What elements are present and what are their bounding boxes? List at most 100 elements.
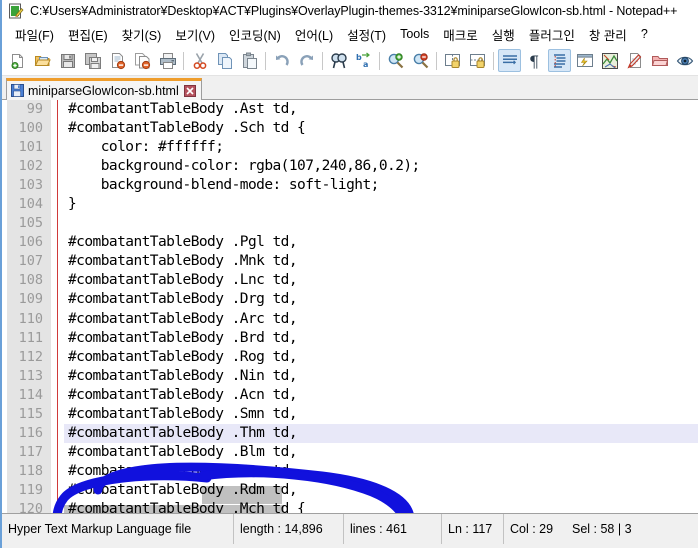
code-line-selected[interactable]: #combatantTableBody .Sam td,	[64, 462, 698, 481]
code-line[interactable]: #combatantTableBody .Ast td,	[64, 100, 698, 119]
menu-search[interactable]: 찾기(S)	[115, 25, 169, 44]
replace-icon[interactable]: b a	[352, 49, 375, 72]
line-number: 113	[18, 367, 43, 384]
line-number: 107	[18, 253, 43, 270]
zoom-in-icon[interactable]	[384, 49, 407, 72]
menu-settings[interactable]: 설정(T)	[340, 25, 393, 44]
window-title: C:¥Users¥Administrator¥Desktop¥ACT¥Plugi…	[30, 4, 678, 18]
editor-area[interactable]: 99 100 101 102 103 104 105 106 107 108 1…	[2, 100, 698, 514]
new-file-icon[interactable]	[6, 49, 29, 72]
menu-view[interactable]: 보기(V)	[168, 25, 222, 44]
fold-margin[interactable]	[51, 100, 64, 513]
status-length: length : 14,896	[234, 514, 344, 544]
document-monitor-icon[interactable]	[673, 49, 696, 72]
code-line-selected[interactable]: #combatantTableBody .Blm td,	[64, 443, 698, 462]
user-defined-language-icon[interactable]	[573, 49, 596, 72]
title-bar: C:¥Users¥Administrator¥Desktop¥ACT¥Plugi…	[2, 0, 698, 22]
menu-plugins[interactable]: 플러그인	[522, 25, 582, 44]
line-number: 105	[18, 215, 43, 232]
code-line[interactable]: #combatantTableBody .Brd td,	[64, 329, 698, 348]
show-all-characters-icon[interactable]: ¶	[523, 49, 546, 72]
code-line[interactable]: #combatantTableBody .Rdm td,	[64, 481, 698, 500]
status-file-type: Hyper Text Markup Language file	[2, 514, 234, 544]
code-line[interactable]: color: #ffffff;	[64, 138, 698, 157]
line-number: 120	[18, 500, 43, 514]
cut-icon[interactable]	[188, 49, 211, 72]
code-line[interactable]: #combatantTableBody .Smn td,	[64, 405, 698, 424]
toolbar-separator	[322, 51, 323, 70]
menu-tools[interactable]: Tools	[393, 27, 436, 41]
close-all-icon[interactable]	[131, 49, 154, 72]
line-number: 103	[18, 177, 43, 194]
menu-run[interactable]: 실행	[485, 25, 522, 44]
line-number: 116	[18, 424, 43, 441]
function-list-icon[interactable]	[623, 49, 646, 72]
status-sel: Sel : 58 | 3	[572, 522, 632, 536]
sync-horizontal-scroll-icon[interactable]	[466, 49, 489, 72]
code-line[interactable]: #combatantTableBody .Pgl td,	[64, 233, 698, 252]
sync-vertical-scroll-icon[interactable]	[441, 49, 464, 72]
menu-language[interactable]: 언어(L)	[288, 25, 340, 44]
code-line-current[interactable]: #combatantTableBody .Thm td,	[64, 423, 698, 443]
code-text-area[interactable]: #combatantTableBody .Ast td, #combatantT…	[64, 100, 698, 513]
menu-window[interactable]: 창 관리	[582, 25, 634, 44]
line-number: 104	[18, 196, 43, 213]
toolbar-separator	[493, 51, 494, 70]
code-line[interactable]: }	[64, 195, 698, 214]
line-number: 101	[18, 139, 43, 156]
document-tab-label: miniparseGlowIcon-sb.html	[28, 83, 179, 98]
code-line[interactable]: #combatantTableBody .Drg td,	[64, 290, 698, 309]
document-map-icon[interactable]	[598, 49, 621, 72]
menu-encoding[interactable]: 인코딩(N)	[222, 25, 288, 44]
line-number: 115	[18, 405, 43, 422]
code-line[interactable]: #combatantTableBody .Arc td,	[64, 310, 698, 329]
code-line[interactable]: background-blend-mode: soft-light;	[64, 176, 698, 195]
floppy-disk-icon	[11, 84, 24, 97]
svg-text:¶: ¶	[529, 52, 539, 70]
word-wrap-icon[interactable]	[498, 49, 521, 72]
code-line[interactable]: #combatantTableBody .Sch td {	[64, 119, 698, 138]
menu-macro[interactable]: 매크로	[436, 25, 485, 44]
undo-icon[interactable]	[270, 49, 293, 72]
code-line[interactable]: background-color: rgba(107,240,86,0.2);	[64, 157, 698, 176]
document-tab[interactable]: miniparseGlowIcon-sb.html	[6, 78, 202, 100]
toolbar-separator	[265, 51, 266, 70]
redo-icon[interactable]	[295, 49, 318, 72]
toolbar: b a ¶	[2, 46, 698, 76]
zoom-out-icon[interactable]	[409, 49, 432, 72]
toolbar-separator	[183, 51, 184, 70]
save-icon[interactable]	[56, 49, 79, 72]
svg-text:b: b	[356, 53, 362, 62]
menu-help[interactable]: ?	[634, 27, 655, 41]
bookmark-margin-line	[57, 100, 58, 513]
notepad-plus-plus-window: C:¥Users¥Administrator¥Desktop¥ACT¥Plugi…	[0, 0, 698, 548]
line-number: 100	[18, 120, 43, 137]
close-tab-icon[interactable]	[183, 84, 196, 97]
code-line[interactable]: #combatantTableBody .Lnc td,	[64, 271, 698, 290]
menu-edit[interactable]: 편집(E)	[61, 25, 115, 44]
indent-guide-icon[interactable]	[548, 49, 571, 72]
save-all-icon[interactable]	[81, 49, 104, 72]
open-file-icon[interactable]	[31, 49, 54, 72]
paste-icon[interactable]	[238, 49, 261, 72]
code-line[interactable]: #combatantTableBody .Nin td,	[64, 367, 698, 386]
code-line[interactable]: #combatantTableBody .Mch td {	[64, 500, 698, 513]
folder-as-workspace-icon[interactable]	[648, 49, 671, 72]
print-icon[interactable]	[156, 49, 179, 72]
svg-text:a: a	[363, 60, 368, 69]
copy-icon[interactable]	[213, 49, 236, 72]
code-line[interactable]: #combatantTableBody .Mnk td,	[64, 252, 698, 271]
status-lines: lines : 461	[344, 514, 442, 544]
line-number: 110	[18, 310, 43, 327]
code-line[interactable]: #combatantTableBody .Rog td,	[64, 348, 698, 367]
toolbar-separator	[379, 51, 380, 70]
menu-bar[interactable]: 파일(F) 편집(E) 찾기(S) 보기(V) 인코딩(N) 언어(L) 설정(…	[2, 22, 698, 46]
line-number: 111	[18, 329, 43, 346]
close-file-icon[interactable]	[106, 49, 129, 72]
find-icon[interactable]	[327, 49, 350, 72]
menu-file[interactable]: 파일(F)	[8, 25, 61, 44]
line-number: 108	[18, 272, 43, 289]
code-line[interactable]	[64, 214, 698, 233]
code-line[interactable]: #combatantTableBody .Acn td,	[64, 386, 698, 405]
line-number: 106	[18, 234, 43, 251]
